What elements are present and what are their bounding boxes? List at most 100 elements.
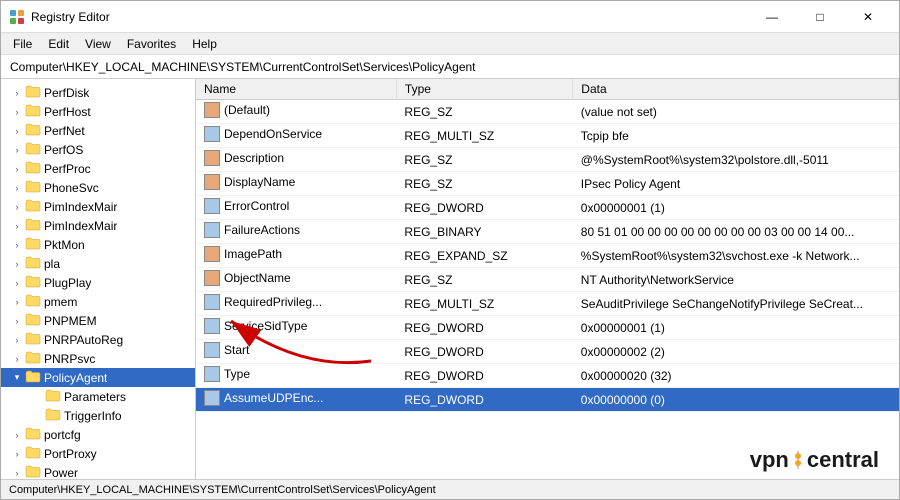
tree-item[interactable]: › PNRPsvc [1, 349, 195, 368]
menu-view[interactable]: View [77, 35, 119, 53]
menu-help[interactable]: Help [184, 35, 225, 53]
folder-icon [25, 236, 41, 253]
tree-item[interactable]: › PerfProc [1, 159, 195, 178]
expand-arrow-icon: › [9, 275, 25, 291]
tree-item-label: PerfProc [44, 162, 91, 176]
tree-item-label: PlugPlay [44, 276, 91, 290]
value-name: ObjectName [224, 271, 291, 285]
folder-icon [25, 369, 41, 386]
value-name: DependOnService [224, 127, 322, 141]
expand-arrow-icon [29, 408, 45, 424]
table-row[interactable]: Description REG_SZ@%SystemRoot%\system32… [196, 148, 899, 172]
reg-value-icon [204, 342, 220, 358]
value-data-cell: IPsec Policy Agent [573, 172, 899, 196]
col-type[interactable]: Type [396, 79, 572, 100]
tree-item[interactable]: TriggerInfo [1, 406, 195, 425]
status-text: Computer\HKEY_LOCAL_MACHINE\SYSTEM\Curre… [9, 484, 436, 496]
expand-arrow-icon: › [9, 465, 25, 480]
window-controls: — □ ✕ [749, 5, 891, 29]
tree-item[interactable]: › pla [1, 254, 195, 273]
tree-item[interactable]: › PerfOS [1, 140, 195, 159]
tree-item[interactable]: › PktMon [1, 235, 195, 254]
value-name: (Default) [224, 103, 270, 117]
reg-value-icon [204, 102, 220, 118]
expand-arrow-icon: › [9, 351, 25, 367]
table-row[interactable]: ObjectName REG_SZNT Authority\NetworkSer… [196, 268, 899, 292]
value-name-cell: Description [196, 148, 396, 172]
value-data-cell: 0x00000002 (2) [573, 340, 899, 364]
tree-item[interactable]: › portcfg [1, 425, 195, 444]
tree-item-label: pmem [44, 295, 77, 309]
maximize-button[interactable]: □ [797, 5, 843, 29]
table-header-row: Name Type Data [196, 79, 899, 100]
expand-arrow-icon: › [9, 104, 25, 120]
tree-item-label: TriggerInfo [64, 409, 122, 423]
tree-item[interactable]: › PerfDisk [1, 83, 195, 102]
tree-item[interactable]: › PerfNet [1, 121, 195, 140]
table-row[interactable]: RequiredPrivileg... REG_MULTI_SZSeAuditP… [196, 292, 899, 316]
tree-item[interactable]: › PortProxy [1, 444, 195, 463]
tree-item[interactable]: Parameters [1, 387, 195, 406]
tree-item[interactable]: › PNRPAutoReg [1, 330, 195, 349]
table-row[interactable]: ImagePath REG_EXPAND_SZ%SystemRoot%\syst… [196, 244, 899, 268]
tree-item-label: PNRPsvc [44, 352, 95, 366]
tree-item[interactable]: › PimIndexMair [1, 197, 195, 216]
tree-item-label: PerfNet [44, 124, 85, 138]
table-row[interactable]: ErrorControl REG_DWORD0x00000001 (1) [196, 196, 899, 220]
tree-item-label: Power [44, 466, 78, 480]
value-name-cell: ErrorControl [196, 196, 396, 220]
folder-icon [25, 103, 41, 120]
address-bar[interactable]: Computer\HKEY_LOCAL_MACHINE\SYSTEM\Curre… [1, 55, 899, 79]
value-name: RequiredPrivileg... [224, 295, 322, 309]
tree-item[interactable]: › pmem [1, 292, 195, 311]
value-name-cell: FailureActions [196, 220, 396, 244]
value-name: FailureActions [224, 223, 300, 237]
close-button[interactable]: ✕ [845, 5, 891, 29]
table-row[interactable]: AssumeUDPEnc... REG_DWORD0x00000000 (0) [196, 388, 899, 412]
table-row[interactable]: FailureActions REG_BINARY80 51 01 00 00 … [196, 220, 899, 244]
tree-item[interactable]: › PNPMEM [1, 311, 195, 330]
expand-arrow-icon: › [9, 313, 25, 329]
folder-icon [25, 198, 41, 215]
tree-item[interactable]: › PerfHost [1, 102, 195, 121]
expand-arrow-icon: › [9, 142, 25, 158]
value-name-cell: (Default) [196, 100, 396, 124]
tree-item[interactable]: › PhoneSvc [1, 178, 195, 197]
registry-app-icon [9, 9, 25, 25]
reg-value-icon [204, 222, 220, 238]
expand-arrow-icon: › [9, 427, 25, 443]
table-row[interactable]: Start REG_DWORD0x00000002 (2) [196, 340, 899, 364]
value-name: Description [224, 151, 284, 165]
table-row[interactable]: DependOnService REG_MULTI_SZTcpip bfe [196, 124, 899, 148]
col-name[interactable]: Name [196, 79, 396, 100]
registry-values-table: Name Type Data (Default) REG_SZ(value no… [196, 79, 899, 412]
expand-arrow-icon: › [9, 256, 25, 272]
tree-item[interactable]: ▾ PolicyAgent [1, 368, 195, 387]
values-panel[interactable]: Name Type Data (Default) REG_SZ(value no… [196, 79, 899, 479]
menu-favorites[interactable]: Favorites [119, 35, 184, 53]
tree-item-label: PhoneSvc [44, 181, 99, 195]
menu-edit[interactable]: Edit [40, 35, 77, 53]
value-name-cell: AssumeUDPEnc... [196, 388, 396, 412]
watermark-vpn: vpn [750, 447, 789, 473]
tree-item[interactable]: › PlugPlay [1, 273, 195, 292]
tree-item[interactable]: › PimIndexMair [1, 216, 195, 235]
table-row[interactable]: Type REG_DWORD0x00000020 (32) [196, 364, 899, 388]
registry-tree[interactable]: › PerfDisk› PerfHost› PerfNet› PerfOS› P… [1, 79, 196, 479]
tree-item[interactable]: › Power [1, 463, 195, 479]
expand-arrow-icon: ▾ [9, 370, 25, 386]
expand-arrow-icon: › [9, 218, 25, 234]
registry-editor-window: Registry Editor — □ ✕ File Edit View Fav… [0, 0, 900, 500]
reg-value-icon [204, 126, 220, 142]
table-row[interactable]: ServiceSidType REG_DWORD0x00000001 (1) [196, 316, 899, 340]
col-data[interactable]: Data [573, 79, 899, 100]
menu-file[interactable]: File [5, 35, 40, 53]
table-row[interactable]: (Default) REG_SZ(value not set) [196, 100, 899, 124]
minimize-button[interactable]: — [749, 5, 795, 29]
value-data-cell: (value not set) [573, 100, 899, 124]
tree-item-label: PerfOS [44, 143, 83, 157]
folder-icon [25, 141, 41, 158]
value-type-cell: REG_BINARY [396, 220, 572, 244]
reg-value-icon [204, 246, 220, 262]
table-row[interactable]: DisplayName REG_SZIPsec Policy Agent [196, 172, 899, 196]
